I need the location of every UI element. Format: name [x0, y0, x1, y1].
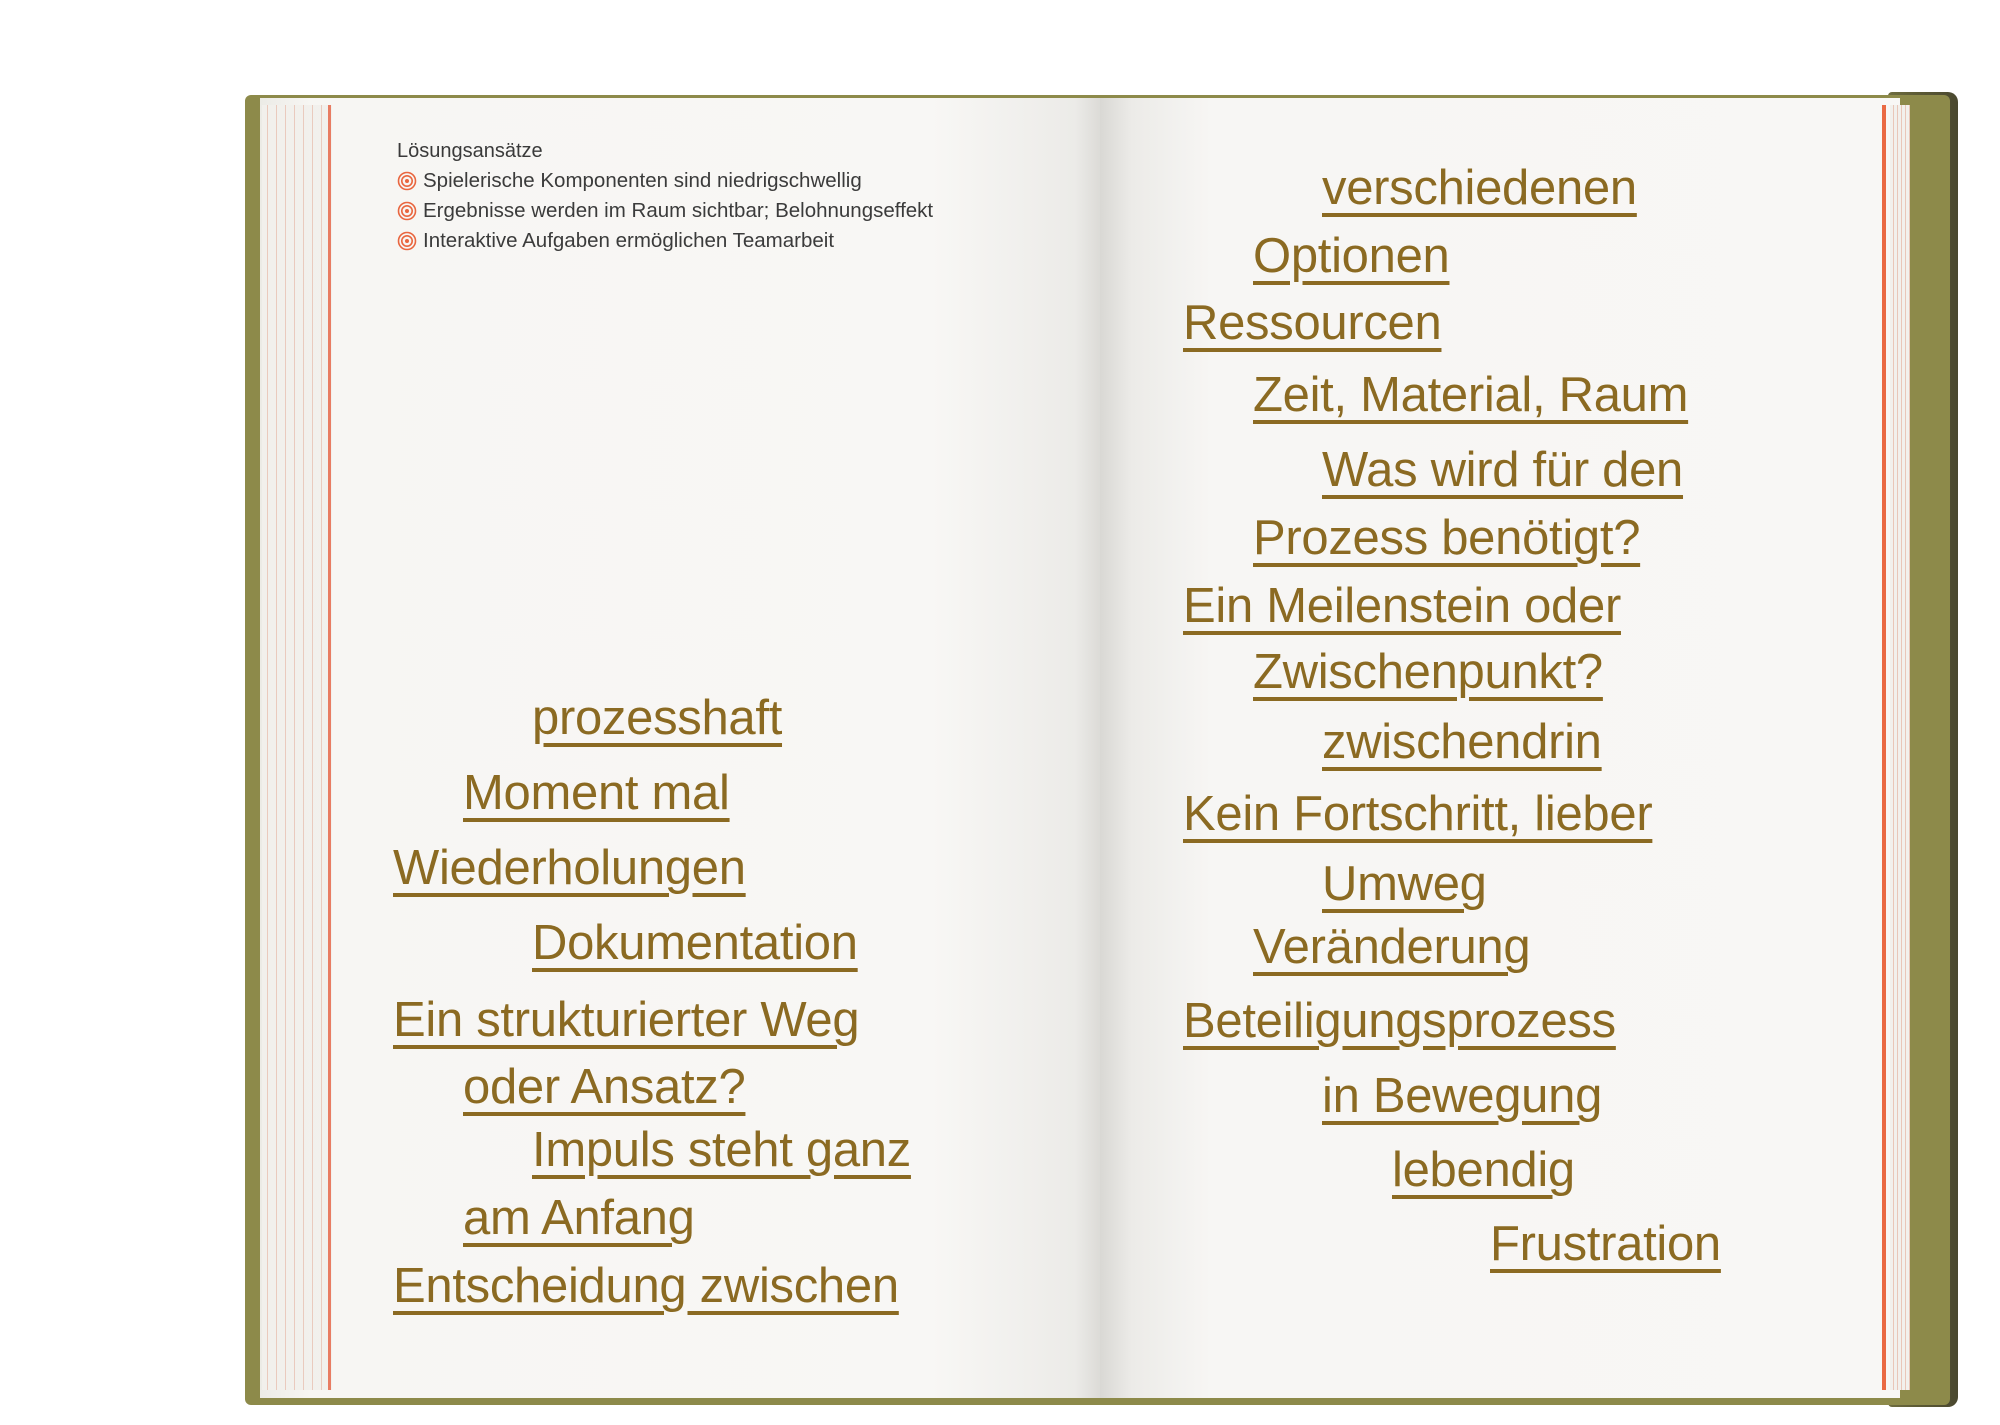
word-lebendig: lebendig: [1392, 1143, 1575, 1197]
word-umweg: Umweg: [1322, 857, 1487, 911]
word-verschiedenen: verschiedenen: [1322, 161, 1637, 215]
word-ein-strukturierter-weg: Ein strukturierter Weg: [393, 993, 860, 1047]
word-zeit-material-raum: Zeit, Material, Raum: [1253, 368, 1689, 422]
word-impuls-steht-ganz: Impuls steht ganz: [532, 1123, 911, 1177]
word-ein-meilenstein-oder: Ein Meilenstein oder: [1183, 579, 1621, 633]
list-item-text: Ergebnisse werden im Raum sichtbar; Belo…: [423, 199, 934, 222]
word-veraenderung: Veränderung: [1253, 920, 1531, 974]
word-dokumentation: Dokumentation: [532, 916, 858, 970]
word-frustration: Frustration: [1490, 1217, 1721, 1271]
solutions-heading: Lösungsansätze: [397, 140, 543, 162]
word-kein-fortschritt-lieber: Kein Fortschritt, lieber: [1183, 787, 1653, 841]
list-item-text: Interaktive Aufgaben ermöglichen Teamarb…: [423, 229, 835, 252]
show-through-text: [385, 318, 1045, 448]
right-red-edge-line: [1882, 105, 1886, 1390]
list-item: Interaktive Aufgaben ermöglichen Teamarb…: [397, 226, 933, 256]
list-item-text: Spielerische Komponenten sind niedrigsch…: [423, 169, 862, 192]
word-ressourcen: Ressourcen: [1183, 296, 1442, 350]
concentric-circle-icon: [397, 231, 417, 251]
word-zwischenpunkt: Zwischenpunkt?: [1253, 645, 1603, 699]
word-beteiligungsprozess: Beteiligungsprozess: [1183, 994, 1616, 1048]
word-moment-mal: Moment mal: [463, 766, 730, 820]
concentric-circle-icon: [397, 171, 417, 191]
word-wiederholungen: Wiederholungen: [393, 841, 746, 895]
word-am-anfang: am Anfang: [463, 1191, 695, 1245]
list-item: Ergebnisse werden im Raum sichtbar; Belo…: [397, 196, 933, 226]
list-item: Spielerische Komponenten sind niedrigsch…: [397, 166, 933, 196]
word-optionen: Optionen: [1253, 229, 1450, 283]
word-was-wird-fuer-den: Was wird für den: [1322, 443, 1684, 497]
word-prozesshaft: prozesshaft: [532, 691, 783, 745]
left-red-edge-line: [328, 105, 331, 1390]
word-prozess-benoetigt: Prozess benötigt?: [1253, 511, 1641, 565]
left-page-stack-edge: [262, 105, 332, 1390]
word-in-bewegung: in Bewegung: [1322, 1069, 1603, 1123]
word-zwischendrin: zwischendrin: [1322, 715, 1602, 769]
concentric-circle-icon: [397, 201, 417, 221]
solutions-list: Lösungsansätze Spielerische Komponenten …: [397, 136, 933, 256]
word-oder-ansatz: oder Ansatz?: [463, 1060, 746, 1114]
word-entscheidung-zwischen: Entscheidung zwischen: [393, 1259, 899, 1313]
right-page-stack-edge: [1890, 105, 1910, 1390]
